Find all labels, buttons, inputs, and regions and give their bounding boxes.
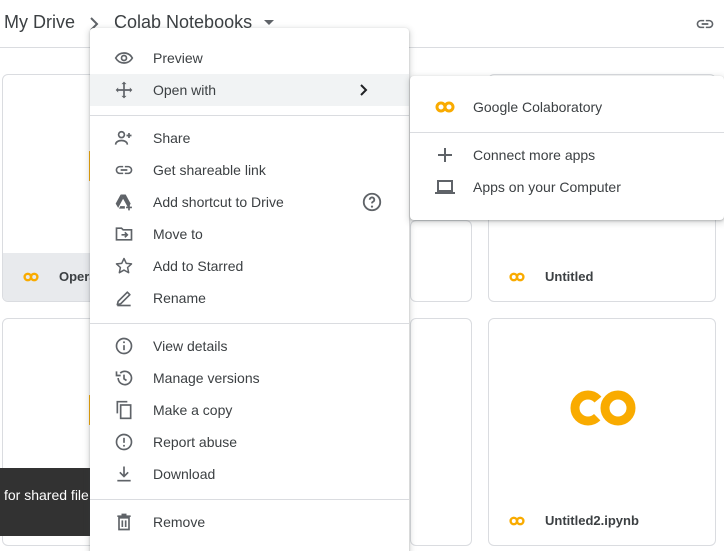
menu-item-label: Add shortcut to Drive [153, 194, 284, 210]
submenu-item-label: Apps on your Computer [473, 179, 621, 195]
move-to-folder-icon [115, 227, 133, 241]
menu-item-view-details[interactable]: View details [90, 330, 409, 362]
plus-icon [438, 148, 452, 162]
file-card-untitled2[interactable]: Untitled2.ipynb [488, 318, 716, 546]
menu-item-rename[interactable]: Rename [90, 282, 409, 314]
file-name: Untitled2.ipynb [545, 513, 639, 528]
menu-item-label: Add to Starred [153, 258, 244, 274]
pencil-icon [116, 291, 131, 307]
menu-item-label: Remove [153, 514, 206, 530]
menu-item-label: Manage versions [153, 370, 260, 386]
menu-item-label: Get shareable link [153, 162, 266, 178]
add-person-icon [114, 130, 132, 145]
open-with-submenu: Google Colaboratory Connect more apps Ap… [410, 76, 724, 220]
menu-item-label: Open with [153, 82, 217, 98]
menu-item-manage-versions[interactable]: Manage versions [90, 362, 409, 394]
colab-icon [23, 272, 39, 282]
folder-dropdown-icon[interactable] [264, 20, 274, 25]
history-icon [115, 370, 133, 386]
submenu-item-label: Connect more apps [473, 147, 596, 163]
drive-shortcut-icon [115, 194, 132, 211]
file-card-middle-top[interactable] [410, 220, 472, 302]
menu-divider [90, 323, 409, 324]
submenu-item-apps-on-computer[interactable]: Apps on your Computer [410, 171, 724, 203]
colab-icon [509, 272, 525, 282]
menu-item-add-shortcut[interactable]: Add shortcut to Drive [90, 186, 409, 218]
menu-item-label: Make a copy [153, 402, 233, 418]
file-card-footer: Untitled2.ipynb [489, 497, 715, 545]
menu-item-label: Report abuse [153, 434, 238, 450]
menu-item-share[interactable]: Share [90, 122, 409, 154]
menu-item-add-starred[interactable]: Add to Starred [90, 250, 409, 282]
submenu-item-google-colaboratory[interactable]: Google Colaboratory [410, 91, 724, 123]
star-icon [115, 257, 133, 274]
copy-icon [116, 400, 132, 420]
help-icon[interactable] [361, 191, 383, 213]
menu-item-label: Move to [153, 226, 203, 242]
snackbar: for shared file [0, 468, 96, 536]
file-card-middle-bottom[interactable] [410, 318, 472, 546]
menu-item-get-link[interactable]: Get shareable link [90, 154, 409, 186]
menu-item-label: Share [153, 130, 191, 146]
menu-item-download[interactable]: Download [90, 458, 409, 490]
breadcrumb-my-drive[interactable]: My Drive [4, 12, 75, 33]
submenu-divider [410, 132, 724, 133]
colab-icon [435, 101, 455, 113]
menu-item-report-abuse[interactable]: Report abuse [90, 426, 409, 458]
submenu-item-label: Google Colaboratory [473, 99, 603, 115]
menu-divider [90, 499, 409, 500]
menu-item-preview[interactable]: Preview [90, 42, 409, 74]
link-icon[interactable] [694, 14, 716, 34]
info-icon [115, 337, 133, 355]
colab-icon [509, 516, 525, 526]
laptop-icon [435, 180, 455, 194]
menu-item-remove[interactable]: Remove [90, 506, 409, 538]
eye-icon [114, 52, 134, 64]
link-icon [115, 165, 133, 175]
file-name: Untitled [545, 269, 594, 284]
trash-icon [117, 513, 131, 531]
download-icon [117, 466, 131, 482]
menu-item-label: Download [153, 466, 216, 482]
file-card-footer: Untitled [489, 253, 715, 301]
menu-item-label: Rename [153, 290, 206, 306]
menu-item-label: View details [153, 338, 228, 354]
menu-divider [90, 115, 409, 116]
context-menu: Preview Open with Share Get shareable li… [90, 28, 409, 551]
menu-item-label: Preview [153, 50, 203, 66]
report-icon [115, 433, 133, 451]
menu-item-open-with[interactable]: Open with [90, 74, 409, 106]
menu-item-make-copy[interactable]: Make a copy [90, 394, 409, 426]
submenu-item-connect-more-apps[interactable]: Connect more apps [410, 139, 724, 171]
colab-logo-icon [570, 390, 636, 426]
move-icon [115, 81, 133, 99]
snackbar-text: for shared file [4, 487, 89, 503]
chevron-right-icon [360, 84, 368, 96]
menu-item-move-to[interactable]: Move to [90, 218, 409, 250]
